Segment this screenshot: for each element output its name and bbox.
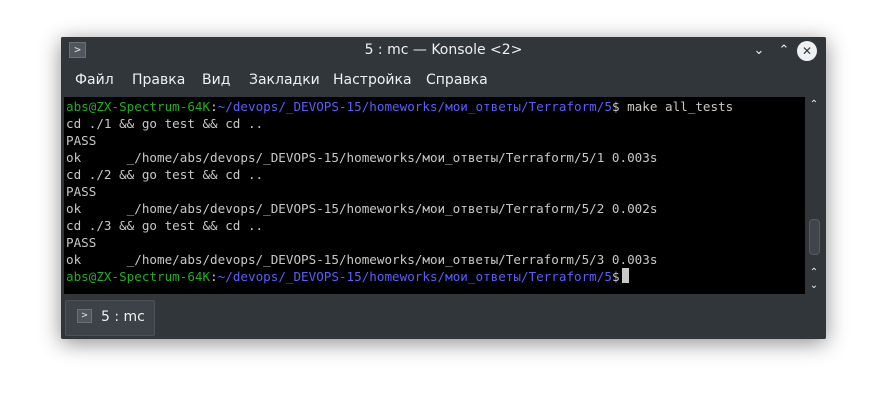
menu-file[interactable]: Файл bbox=[75, 72, 114, 88]
terminal-icon: > bbox=[77, 309, 92, 323]
prompt-user: abs@ZX-Spectrum-64K bbox=[66, 269, 211, 284]
output-line: ok _/home/abs/devops/_DEVOPS-15/homework… bbox=[66, 252, 658, 267]
menu-settings[interactable]: Настройка bbox=[333, 72, 412, 88]
prompt-line: abs@ZX-Spectrum-64K:~/devops/_DEVOPS-15/… bbox=[66, 98, 733, 115]
menu-bookmarks[interactable]: Закладки bbox=[249, 72, 320, 88]
menu-edit[interactable]: Правка bbox=[132, 72, 185, 88]
maximize-button[interactable]: ⌃ bbox=[774, 41, 794, 61]
tab-bar: > 5 : mc bbox=[61, 297, 826, 339]
prompt-path: ~/devops/_DEVOPS-15/homeworks/мои_ответы… bbox=[217, 99, 612, 114]
chevron-down-icon: ⌄ bbox=[753, 43, 765, 58]
output-line: PASS bbox=[66, 235, 97, 250]
tab-label: 5 : mc bbox=[101, 309, 145, 325]
prompt-command: $ make all_tests bbox=[611, 99, 734, 114]
output-line: ok _/home/abs/devops/_DEVOPS-15/homework… bbox=[66, 150, 658, 165]
prompt-path: ~/devops/_DEVOPS-15/homeworks/мои_ответы… bbox=[217, 269, 612, 284]
scroll-up-icon[interactable]: ⌃ bbox=[805, 266, 823, 280]
menu-help[interactable]: Справка bbox=[426, 72, 488, 88]
prompt-command: $ bbox=[611, 269, 620, 284]
vertical-scrollbar[interactable]: ⌃ ⌃ ⌄ bbox=[805, 97, 823, 294]
prompt-user: abs@ZX-Spectrum-64K bbox=[66, 99, 211, 114]
prompt-line: abs@ZX-Spectrum-64K:~/devops/_DEVOPS-15/… bbox=[66, 268, 629, 285]
title-bar[interactable]: > 5 : mc — Konsole <2> ⌄ ⌃ ✕ bbox=[61, 37, 826, 65]
menu-bar: Файл Правка Вид Закладки Настройка Справ… bbox=[61, 68, 826, 94]
scroll-down-icon[interactable]: ⌄ bbox=[805, 279, 823, 293]
close-icon: ✕ bbox=[801, 44, 813, 58]
output-line: PASS bbox=[66, 133, 97, 148]
minimize-button[interactable]: ⌄ bbox=[749, 41, 769, 61]
text-cursor bbox=[621, 268, 629, 283]
output-line: PASS bbox=[66, 184, 97, 199]
chevron-up-icon: ⌃ bbox=[778, 43, 790, 58]
close-button[interactable]: ✕ bbox=[797, 41, 817, 61]
output-line: cd ./1 && go test && cd .. bbox=[66, 116, 264, 131]
output-line: ok _/home/abs/devops/_DEVOPS-15/homework… bbox=[66, 201, 658, 216]
prompt-separator: : bbox=[210, 99, 218, 114]
terminal-output[interactable]: abs@ZX-Spectrum-64K:~/devops/_DEVOPS-15/… bbox=[64, 97, 805, 294]
scroll-up-icon[interactable]: ⌃ bbox=[805, 98, 823, 112]
scrollbar-thumb[interactable] bbox=[809, 219, 820, 255]
window-title: 5 : mc — Konsole <2> bbox=[364, 42, 523, 58]
tab-session[interactable]: > 5 : mc bbox=[65, 300, 155, 336]
menu-view[interactable]: Вид bbox=[202, 72, 230, 88]
prompt-separator: : bbox=[210, 269, 218, 284]
output-line: cd ./3 && go test && cd .. bbox=[66, 218, 264, 233]
konsole-window: > 5 : mc — Konsole <2> ⌄ ⌃ ✕ Файл Правка… bbox=[61, 37, 826, 339]
output-line: cd ./2 && go test && cd .. bbox=[66, 167, 264, 182]
